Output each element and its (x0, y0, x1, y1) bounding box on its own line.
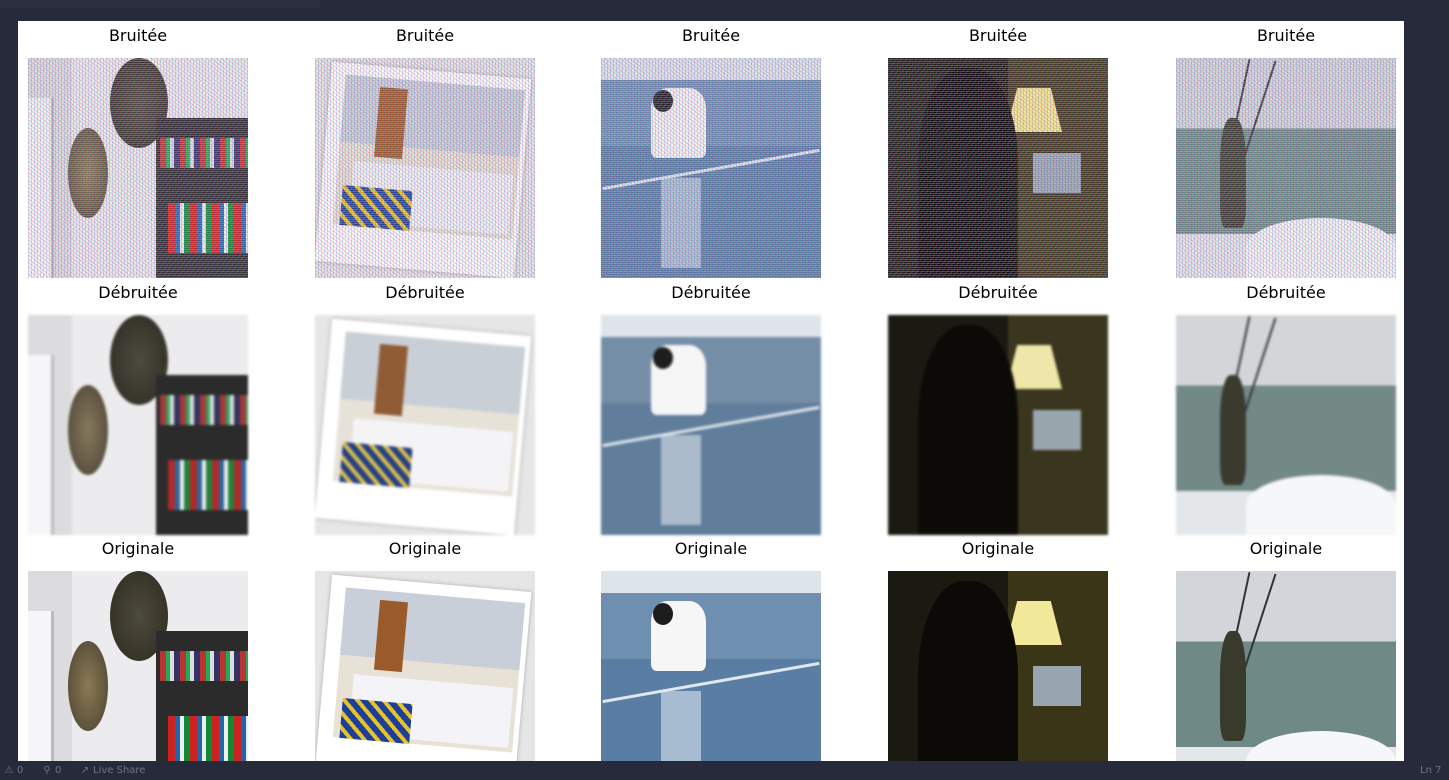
image-cell: Débruitée (1176, 283, 1396, 535)
image-original-dog-on-ice (601, 571, 821, 761)
image-denoised-dog-on-ice (601, 315, 821, 535)
editor-top-strip (0, 0, 1449, 21)
image-caption: Originale (101, 539, 175, 558)
problems-count: 0 (17, 765, 24, 776)
image-noisy-wall-plates-bookshelf (28, 58, 248, 278)
problems-status[interactable]: ⚠ 0 (4, 765, 24, 777)
image-caption: Bruitée (395, 26, 455, 45)
live-share-button[interactable]: ↗ Live Share (80, 765, 146, 777)
image-noisy-kitesurfer (1176, 58, 1396, 278)
warnings-status[interactable]: ⚲ 0 (42, 765, 61, 777)
image-caption: Bruitée (1256, 26, 1316, 45)
image-noisy-person-lamp-laptop (888, 58, 1108, 278)
live-share-label: Live Share (93, 765, 146, 776)
image-cell: Originale (888, 539, 1108, 761)
image-cell: Débruitée (601, 283, 821, 535)
image-caption: Débruitée (385, 283, 465, 302)
image-cell: Bruitée (315, 26, 535, 278)
image-caption: Débruitée (1246, 283, 1326, 302)
warnings-count: 0 (55, 765, 62, 776)
image-cell: Originale (315, 539, 535, 761)
image-cell: Originale (1176, 539, 1396, 761)
image-noisy-polaroid-bedroom (315, 58, 535, 278)
editor-selection-hint (0, 0, 320, 8)
image-caption: Bruitée (968, 26, 1028, 45)
image-caption: Originale (674, 539, 748, 558)
image-caption: Débruitée (958, 283, 1038, 302)
image-denoised-person-lamp-laptop (888, 315, 1108, 535)
warning-icon: ⚠ (4, 765, 14, 776)
image-caption: Débruitée (671, 283, 751, 302)
image-original-person-lamp-laptop (888, 571, 1108, 761)
image-original-kitesurfer (1176, 571, 1396, 761)
status-bar: ⚠ 0 ⚲ 0 ↗ Live Share Ln 7 (0, 761, 1449, 780)
image-caption: Débruitée (98, 283, 178, 302)
image-denoised-wall-plates-bookshelf (28, 315, 248, 535)
image-cell: Bruitée (601, 26, 821, 278)
image-cell: Bruitée (28, 26, 248, 278)
image-cell: Débruitée (888, 283, 1108, 535)
image-caption: Originale (961, 539, 1035, 558)
image-cell: Originale (601, 539, 821, 761)
image-cell: Bruitée (1176, 26, 1396, 278)
image-caption: Bruitée (681, 26, 741, 45)
image-cell: Débruitée (315, 283, 535, 535)
image-cell: Originale (28, 539, 248, 761)
image-denoised-kitesurfer (1176, 315, 1396, 535)
radio-tower-icon: ⚲ (43, 765, 51, 776)
image-cell: Débruitée (28, 283, 248, 535)
image-noisy-dog-on-ice (601, 58, 821, 278)
image-caption: Originale (388, 539, 462, 558)
notebook-output-image: Bruitée Bruitée Bruitée Bruitée Bruitée Débru… (18, 21, 1404, 761)
live-share-icon: ↗ (80, 765, 90, 776)
image-original-wall-plates-bookshelf (28, 571, 248, 761)
image-cell: Bruitée (888, 26, 1108, 278)
image-denoised-polaroid-bedroom (315, 315, 535, 535)
image-original-polaroid-bedroom (315, 571, 535, 761)
image-caption: Bruitée (108, 26, 168, 45)
cursor-position[interactable]: Ln 7 (1420, 765, 1441, 777)
image-caption: Originale (1249, 539, 1323, 558)
